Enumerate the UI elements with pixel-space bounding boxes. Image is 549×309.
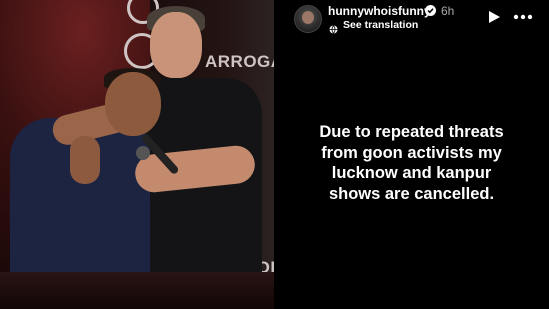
stage-floor: [0, 272, 274, 309]
avatar[interactable]: [294, 5, 322, 33]
post-caption: Due to repeated threats from goon activi…: [319, 123, 504, 203]
stage-panel-text: ARROGA: [205, 52, 274, 71]
post-image[interactable]: ARROGA SHOI: [0, 0, 274, 309]
globe-icon: [329, 21, 338, 34]
verified-badge-icon: [425, 5, 436, 16]
microphone-head: [136, 146, 150, 160]
more-options-icon[interactable]: [512, 10, 534, 24]
post-panel: hunnywhoisfunny 6h See translation Due t…: [274, 0, 549, 309]
post-time: 6h: [441, 4, 455, 18]
username[interactable]: hunnywhoisfunny: [328, 4, 431, 18]
avatar-face: [302, 11, 314, 24]
person-left-face: [105, 72, 161, 136]
see-translation-link[interactable]: See translation: [343, 19, 418, 31]
play-icon[interactable]: [487, 10, 501, 24]
person-right-face: [150, 12, 202, 78]
person-left-hand: [70, 136, 100, 184]
